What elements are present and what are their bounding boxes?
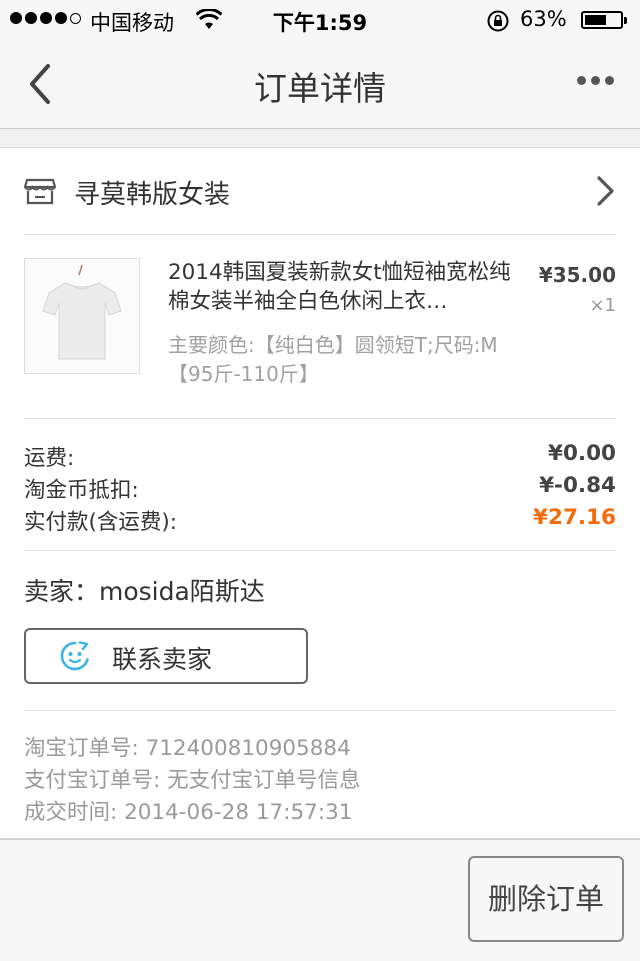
navigation-bar: 订单详情: [0, 40, 640, 129]
product-row[interactable]: 2014韩国夏装新款女t恤短袖宽松纯棉女装半袖全白色休闲上衣… 主要颜色:【纯白…: [24, 235, 616, 419]
seller-name: 卖家：mosida陌斯达: [24, 577, 265, 606]
product-thumbnail[interactable]: [24, 258, 140, 374]
total-paid-value: ¥27.16: [533, 505, 616, 530]
product-spec: 主要颜色:【纯白色】圆领短T;尺码:M【95斤-110斤】: [168, 333, 498, 386]
status-bar: 中国移动 下午1:59 63%: [0, 0, 640, 40]
rotation-lock-icon: [487, 10, 509, 32]
fee-label: 运费:: [24, 446, 75, 471]
white-tshirt-image: [42, 264, 122, 360]
more-dots-icon[interactable]: [577, 76, 614, 85]
section-gap: [0, 129, 640, 148]
fee-label: 实付款(含运费):: [24, 510, 178, 535]
order-card: 寻莫韩版女装 2014韩国夏装新款女t恤短袖宽松纯棉女装半袖全白色休闲上衣… 主…: [0, 148, 640, 839]
alipay-order-number: 支付宝订单号: 无支付宝订单号信息: [24, 768, 361, 793]
coin-discount-line: 淘金币抵扣: ¥-0.84: [24, 473, 616, 505]
store-icon: [24, 178, 56, 205]
total-paid-line: 实付款(含运费): ¥27.16: [24, 505, 616, 537]
contact-seller-label: 联系卖家: [112, 645, 213, 674]
battery-percent: 63%: [520, 7, 567, 31]
page-title: 订单详情: [254, 69, 386, 108]
battery-icon: [581, 11, 627, 29]
delete-order-button[interactable]: 删除订单: [468, 856, 624, 942]
order-info: 淘宝订单号: 712400810905884 支付宝订单号: 无支付宝订单号信息…: [24, 710, 616, 839]
product-title: 2014韩国夏装新款女t恤短袖宽松纯棉女装半袖全白色休闲上衣…: [168, 260, 511, 314]
shop-row[interactable]: 寻莫韩版女装: [24, 148, 616, 235]
chat-face-icon: [60, 641, 89, 671]
shipping-fee-line: 运费: ¥0.00: [24, 441, 616, 473]
battery-level-fill: [585, 15, 606, 25]
fee-value: ¥0.00: [547, 441, 616, 466]
fee-label: 淘金币抵扣:: [24, 478, 139, 503]
fee-value: ¥-0.84: [539, 473, 616, 498]
contact-seller-button[interactable]: 联系卖家: [24, 628, 308, 684]
taobao-order-number: 淘宝订单号: 712400810905884: [24, 736, 351, 761]
fee-summary: 运费: ¥0.00 淘金币抵扣: ¥-0.84 实付款(含运费): ¥27.16: [24, 419, 616, 551]
product-quantity: ×1: [589, 295, 616, 316]
shop-name: 寻莫韩版女装: [74, 180, 231, 210]
bottom-action-bar: 删除订单: [0, 839, 640, 961]
product-price: ¥35.00: [538, 263, 616, 287]
transaction-time: 成交时间: 2014-06-28 17:57:31: [24, 800, 353, 825]
chevron-right-icon: [597, 176, 614, 206]
